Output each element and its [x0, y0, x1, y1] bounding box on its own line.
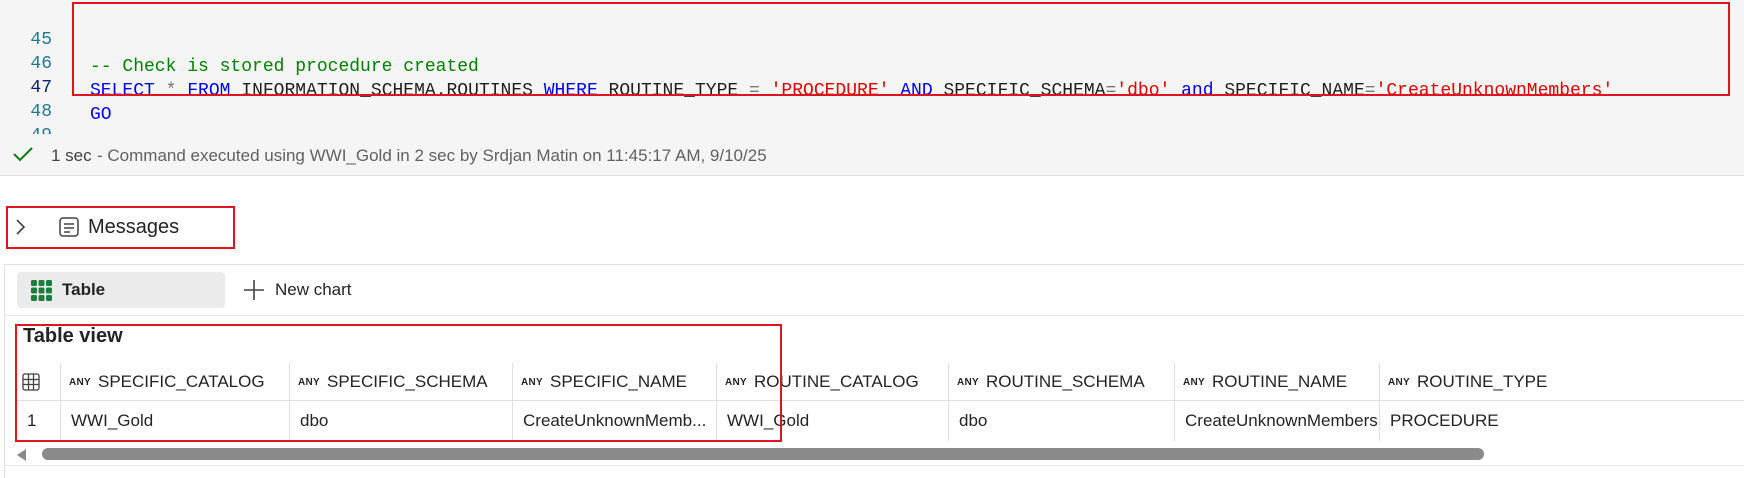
- scroll-left-arrow-icon[interactable]: [17, 449, 26, 461]
- horizontal-scrollbar[interactable]: [17, 446, 1744, 462]
- type-tag: ANY: [298, 377, 321, 388]
- column-header[interactable]: ANY SPECIFIC_NAME: [513, 363, 717, 400]
- table-grid-icon: [31, 280, 52, 301]
- code-line[interactable]: 45 -- Check is stored procedure created: [0, 0, 1744, 77]
- type-tag: ANY: [725, 377, 748, 388]
- results-bottom-divider: [5, 465, 1744, 466]
- code-line[interactable]: 49: [0, 96, 1744, 146]
- plus-icon: [244, 280, 264, 300]
- column-header-label: SPECIFIC_SCHEMA: [327, 372, 488, 391]
- cell-value: CreateUnknownMemb...: [523, 411, 707, 430]
- execution-duration: 1 sec: [51, 146, 92, 165]
- execution-status-bar: 1 sec - Command executed using WWI_Gold …: [0, 134, 1744, 176]
- table-cell[interactable]: PROCEDURE: [1380, 401, 1744, 441]
- table-cell[interactable]: WWI_Gold: [61, 401, 290, 441]
- column-header-label: SPECIFIC_CATALOG: [98, 372, 265, 391]
- column-header-label: ROUTINE_NAME: [1212, 372, 1348, 391]
- column-header[interactable]: ANY SPECIFIC_CATALOG: [61, 363, 290, 400]
- code-line[interactable]: 47 GO: [0, 48, 1744, 125]
- checkmark-icon: [13, 147, 33, 162]
- type-tag: ANY: [1183, 377, 1206, 388]
- messages-section-toggle[interactable]: Messages: [6, 206, 234, 248]
- messages-icon: [59, 217, 79, 237]
- cell-value: dbo: [959, 411, 988, 430]
- table-cell[interactable]: CreateUnknownMembers: [1175, 401, 1380, 441]
- column-header-label: ROUTINE_CATALOG: [754, 372, 919, 391]
- table-cell[interactable]: WWI_Gold: [717, 401, 949, 441]
- column-header[interactable]: ANY SPECIFIC_SCHEMA: [290, 363, 513, 400]
- code-line[interactable]: 46 SELECT * FROM INFORMATION_SCHEMA.ROUT…: [0, 24, 1744, 101]
- column-header-label: SPECIFIC_NAME: [550, 372, 687, 391]
- results-pane: Table New chart Table view ANY SPECIFIC_…: [4, 264, 1744, 478]
- cell-value: dbo: [300, 411, 329, 430]
- tab-table-label: Table: [62, 280, 106, 299]
- table-row[interactable]: 1 WWI_Gold dbo CreateUnknownMemb... WWI_…: [15, 401, 1744, 441]
- column-header-label: ROUTINE_TYPE: [1417, 372, 1548, 391]
- results-table: ANY SPECIFIC_CATALOG ANY SPECIFIC_SCHEMA…: [15, 363, 1744, 441]
- tab-table[interactable]: Table: [17, 272, 225, 308]
- chevron-right-icon: [16, 219, 26, 235]
- table-header-row: ANY SPECIFIC_CATALOG ANY SPECIFIC_SCHEMA…: [15, 363, 1744, 401]
- column-header[interactable]: ANY ROUTINE_CATALOG: [717, 363, 949, 400]
- table-view-title: Table view: [23, 325, 123, 347]
- table-cell[interactable]: dbo: [949, 401, 1175, 441]
- cell-value: CreateUnknownMembers: [1185, 411, 1378, 430]
- code-line[interactable]: 48: [0, 72, 1744, 122]
- column-header-label: ROUTINE_SCHEMA: [986, 372, 1145, 391]
- cell-value: PROCEDURE: [1390, 411, 1499, 430]
- type-tag: ANY: [521, 377, 544, 388]
- row-number-cell: 1: [15, 401, 61, 441]
- cell-value: WWI_Gold: [71, 411, 154, 430]
- scrollbar-thumb[interactable]: [42, 448, 1484, 460]
- code-editor[interactable]: 45 -- Check is stored procedure created …: [0, 0, 1744, 146]
- table-cell[interactable]: dbo: [290, 401, 513, 441]
- type-tag: ANY: [69, 377, 92, 388]
- type-tag: ANY: [1388, 377, 1411, 388]
- column-header[interactable]: ANY ROUTINE_SCHEMA: [949, 363, 1175, 400]
- column-header[interactable]: ANY ROUTINE_TYPE: [1380, 363, 1744, 400]
- type-tag: ANY: [957, 377, 980, 388]
- grid-icon: [22, 373, 40, 391]
- column-header[interactable]: ANY ROUTINE_NAME: [1175, 363, 1380, 400]
- toolbar-divider: [5, 315, 1744, 316]
- cell-value: WWI_Gold: [727, 411, 810, 430]
- select-all-header[interactable]: [15, 363, 61, 400]
- table-cell[interactable]: CreateUnknownMemb...: [513, 401, 717, 441]
- row-number: 1: [27, 411, 37, 430]
- execution-status-text: - Command executed using WWI_Gold in 2 s…: [97, 146, 767, 165]
- new-chart-button[interactable]: New chart: [243, 272, 383, 308]
- messages-label: Messages: [88, 216, 180, 238]
- new-chart-label: New chart: [275, 280, 352, 299]
